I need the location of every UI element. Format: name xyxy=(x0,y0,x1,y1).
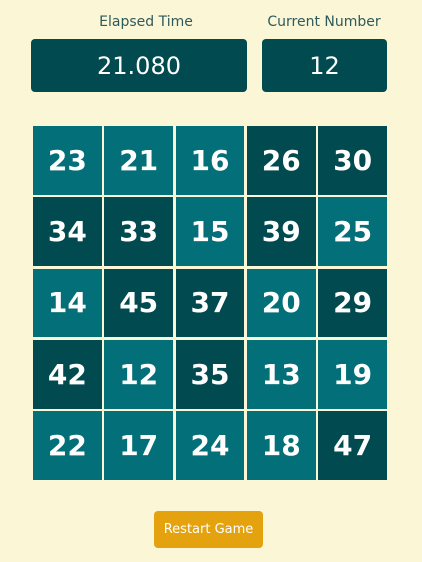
grid-cell[interactable]: 23 xyxy=(33,126,102,195)
grid-cell[interactable]: 47 xyxy=(318,411,387,480)
grid-cell[interactable]: 14 xyxy=(33,268,102,338)
grid-cell[interactable]: 21 xyxy=(104,126,174,195)
grid-cell[interactable]: 15 xyxy=(175,197,245,267)
grid-cell[interactable]: 34 xyxy=(33,197,102,267)
grid-cell[interactable]: 35 xyxy=(175,339,245,409)
grid-cell[interactable]: 42 xyxy=(33,339,102,409)
grid-cell[interactable]: 45 xyxy=(104,268,174,338)
number-grid: 23 21 16 26 30 34 33 15 39 25 14 45 37 20 29 42 12 35 13 19… xyxy=(33,126,387,480)
grid-cell[interactable]: 19 xyxy=(318,339,387,409)
elapsed-time-label: Elapsed Time xyxy=(99,14,193,30)
grid-cell[interactable]: 20 xyxy=(246,268,316,338)
grid-cell[interactable]: 26 xyxy=(246,126,316,195)
grid-cell[interactable]: 39 xyxy=(246,197,316,267)
restart-game-button[interactable]: Restart Game xyxy=(154,511,263,548)
grid-cell[interactable]: 30 xyxy=(318,126,387,195)
grid-cell[interactable]: 12 xyxy=(104,339,174,409)
current-number-display: 12 xyxy=(262,39,387,92)
grid-cell[interactable]: 37 xyxy=(175,268,245,338)
grid-cell[interactable]: 29 xyxy=(318,268,387,338)
grid-cell[interactable]: 25 xyxy=(318,197,387,267)
grid-cell[interactable]: 22 xyxy=(33,411,102,480)
grid-cell[interactable]: 13 xyxy=(246,339,316,409)
grid-cell[interactable]: 33 xyxy=(104,197,174,267)
grid-cell[interactable]: 24 xyxy=(175,411,245,480)
grid-cell[interactable]: 17 xyxy=(104,411,174,480)
grid-cell[interactable]: 16 xyxy=(175,126,245,195)
current-number-label: Current Number xyxy=(267,14,381,30)
elapsed-time-display: 21.080 xyxy=(31,39,247,92)
grid-cell[interactable]: 18 xyxy=(246,411,316,480)
